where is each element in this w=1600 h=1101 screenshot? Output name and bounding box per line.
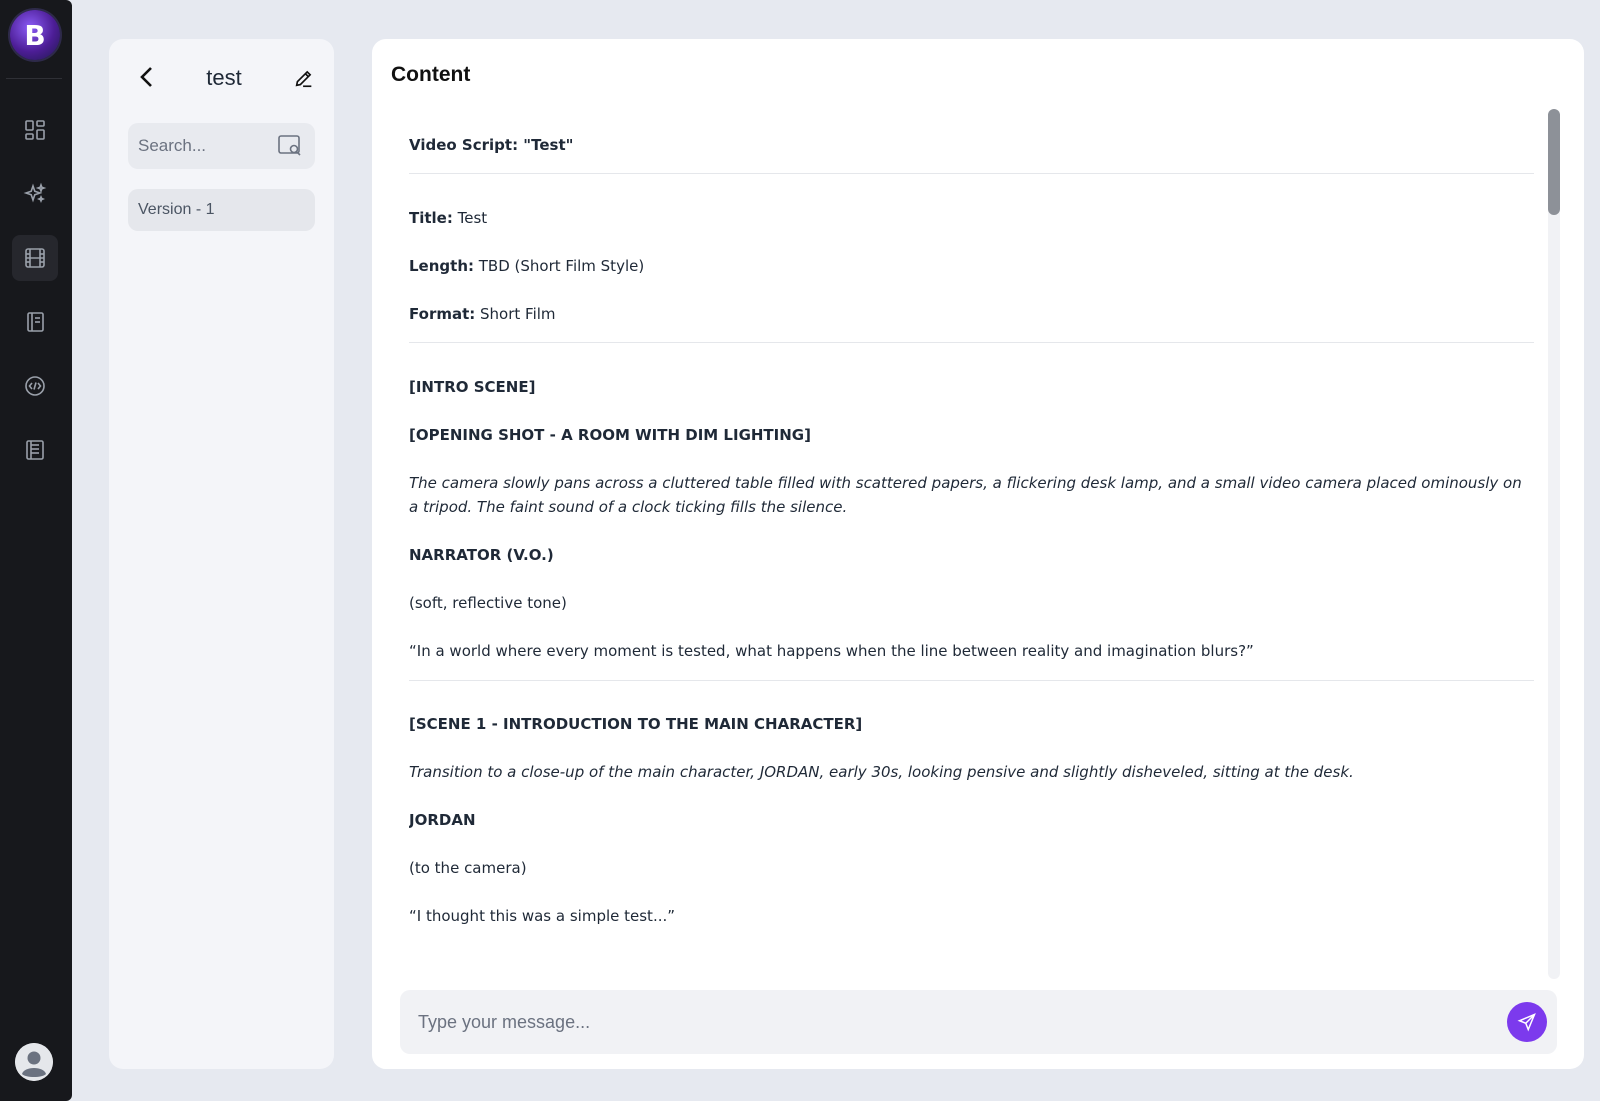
- sparkles-icon: [23, 182, 47, 204]
- meta-label: Title:: [409, 209, 453, 227]
- character-name: NARRATOR (V.O.): [409, 546, 554, 564]
- nav-documents[interactable]: [12, 427, 58, 473]
- edit-title-button[interactable]: [293, 67, 319, 93]
- nav-ai-generate[interactable]: [12, 171, 58, 217]
- meta-value: Test: [452, 209, 488, 227]
- film-icon: [25, 248, 45, 268]
- nav-code[interactable]: [12, 363, 58, 409]
- code-circle-icon: [25, 376, 45, 396]
- script-viewer[interactable]: Video Script: "Test" Title: Test Length:…: [409, 123, 1534, 1013]
- scene-description: Transition to a close-up of the main cha…: [409, 763, 1354, 781]
- message-composer: [400, 990, 1557, 1054]
- app-logo[interactable]: B: [10, 10, 60, 60]
- logo-letter: B: [24, 18, 46, 52]
- divider: [409, 680, 1534, 681]
- scene-description: The camera slowly pans across a cluttere…: [409, 474, 1522, 516]
- scene-heading: [OPENING SHOT - A ROOM WITH DIM LIGHTING…: [409, 426, 811, 444]
- notebook-icon: [27, 312, 44, 332]
- message-input[interactable]: [418, 990, 1458, 1054]
- meta-value: Short Film: [475, 305, 556, 323]
- version-item[interactable]: Version - 1: [128, 189, 315, 231]
- send-button[interactable]: [1507, 1002, 1547, 1042]
- version-panel: test Version - 1: [109, 39, 334, 1069]
- script-meta-title: Title: Test: [409, 206, 1534, 230]
- send-icon: [1517, 1013, 1536, 1032]
- search-icon[interactable]: [277, 134, 303, 158]
- search-input[interactable]: [138, 123, 268, 169]
- divider: [409, 173, 1534, 174]
- meta-label: Format:: [409, 305, 476, 323]
- dialogue: “I thought this was a simple test...”: [409, 907, 676, 925]
- rail-divider: [6, 78, 62, 79]
- nav-video-scripts[interactable]: [12, 235, 58, 281]
- content-heading: Content: [391, 63, 471, 86]
- scene-heading: [INTRO SCENE]: [409, 378, 536, 396]
- parenthetical: (soft, reflective tone): [409, 594, 567, 612]
- script-meta-length: Length: TBD (Short Film Style): [409, 254, 1534, 278]
- scrollbar-track[interactable]: [1548, 109, 1560, 979]
- dialogue: “In a world where every moment is tested…: [409, 642, 1254, 660]
- scene-heading: [SCENE 1 - INTRODUCTION TO THE MAIN CHAR…: [409, 715, 863, 733]
- app-nav-rail: B: [0, 0, 72, 1101]
- meta-value: TBD (Short Film Style): [474, 257, 645, 275]
- nav-dashboard[interactable]: [12, 107, 58, 153]
- document-list-icon: [26, 440, 44, 460]
- pencil-icon: [295, 70, 312, 88]
- divider: [409, 342, 1534, 343]
- scrollbar-thumb[interactable]: [1548, 109, 1560, 215]
- meta-label: Length:: [409, 257, 474, 275]
- version-search: [128, 123, 315, 169]
- character-name: JORDAN: [409, 811, 476, 829]
- user-avatar-icon: [15, 1043, 53, 1081]
- script-meta-format: Format: Short Film: [409, 302, 1534, 326]
- back-button[interactable]: [135, 63, 159, 91]
- nav-notebook[interactable]: [12, 299, 58, 345]
- content-panel: Content Video Script: "Test" Title: Test…: [372, 39, 1584, 1069]
- parenthetical: (to the camera): [409, 859, 527, 877]
- project-title: test: [206, 65, 242, 90]
- user-avatar[interactable]: [15, 1043, 53, 1081]
- chevron-left-icon: [140, 67, 152, 87]
- dashboard-icon: [25, 120, 45, 140]
- script-title: Video Script: "Test": [409, 136, 574, 154]
